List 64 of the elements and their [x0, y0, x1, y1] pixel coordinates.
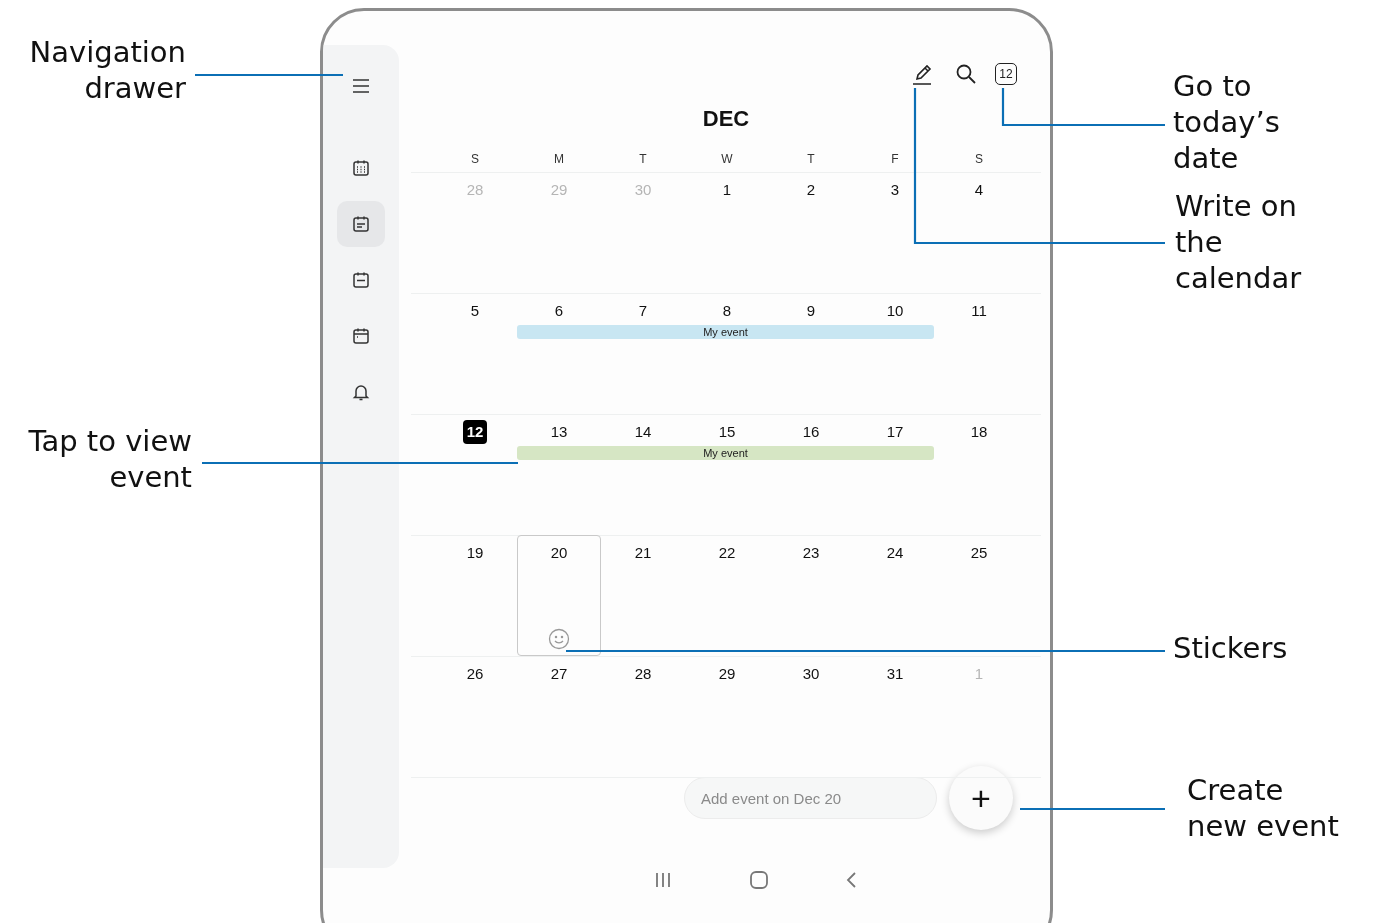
weekday-label: T: [638, 152, 648, 166]
day-number[interactable]: 7: [634, 299, 652, 323]
day-number[interactable]: 3: [886, 178, 904, 202]
day-number[interactable]: 24: [882, 541, 908, 565]
back-icon[interactable]: [845, 871, 859, 889]
event-bar[interactable]: My event: [517, 446, 934, 460]
day-number[interactable]: 22: [714, 541, 740, 565]
month-title: DEC: [701, 105, 751, 133]
day-number[interactable]: 21: [630, 541, 656, 565]
weekday-label: F: [890, 152, 900, 166]
day-number[interactable]: 16: [798, 420, 824, 444]
add-event-field[interactable]: Add event on Dec 20: [684, 777, 937, 819]
day-number[interactable]: 19: [462, 541, 488, 565]
week-calendar-icon: [351, 214, 371, 234]
menu-icon: [351, 76, 371, 96]
day-number[interactable]: 27: [546, 662, 572, 686]
recent-apps-icon[interactable]: [653, 871, 673, 889]
day-number[interactable]: 2: [802, 178, 820, 202]
smiley-sticker-icon[interactable]: [548, 628, 570, 650]
calendar-icon: [351, 326, 371, 346]
weekday-label: M: [553, 152, 565, 166]
day-number[interactable]: 15: [714, 420, 740, 444]
add-button[interactable]: +: [949, 766, 1013, 830]
day-number[interactable]: 17: [882, 420, 908, 444]
day-number[interactable]: 8: [718, 299, 736, 323]
day-number[interactable]: 6: [550, 299, 568, 323]
day-calendar-icon: [351, 270, 371, 290]
callout-label: Go to today’s date: [1173, 68, 1280, 176]
callout-label: Create new event: [1187, 772, 1339, 844]
month-calendar-icon: [351, 158, 371, 178]
weekday-label: W: [720, 152, 734, 166]
callout-label: Tap to view event: [27, 423, 192, 495]
callout-label: Navigation drawer: [28, 34, 186, 106]
weekday-label: S: [470, 152, 480, 166]
day-number[interactable]: 25: [966, 541, 992, 565]
home-icon[interactable]: [749, 870, 769, 890]
weekday-label: S: [974, 152, 984, 166]
day-number[interactable]: 11: [967, 299, 991, 323]
callout-label: Stickers: [1173, 630, 1288, 666]
bell-icon: [351, 382, 371, 402]
day-number[interactable]: 13: [546, 420, 572, 444]
day-number[interactable]: 12: [462, 420, 488, 444]
callout-label: Write on the calendar: [1175, 188, 1302, 296]
day-number[interactable]: 23: [798, 541, 824, 565]
pen-icon: [910, 62, 934, 86]
day-number[interactable]: 1: [718, 178, 736, 202]
day-number[interactable]: 18: [966, 420, 992, 444]
day-number[interactable]: 20: [546, 541, 572, 565]
day-number[interactable]: 30: [798, 662, 824, 686]
day-number[interactable]: 4: [970, 178, 988, 202]
day-number[interactable]: 5: [466, 299, 484, 323]
event-bar[interactable]: My event: [517, 325, 934, 339]
today-button[interactable]: 12: [995, 63, 1017, 85]
sidebar-item[interactable]: [337, 201, 385, 247]
day-number[interactable]: 9: [802, 299, 820, 323]
selected-day-cell[interactable]: 20: [517, 535, 601, 656]
search-icon: [955, 63, 977, 85]
day-number[interactable]: 14: [630, 420, 656, 444]
day-number[interactable]: 28: [630, 662, 656, 686]
day-number[interactable]: 10: [882, 299, 908, 323]
day-number[interactable]: 29: [714, 662, 740, 686]
day-number[interactable]: 26: [462, 662, 488, 686]
weekday-label: T: [806, 152, 816, 166]
day-number[interactable]: 31: [882, 662, 908, 686]
